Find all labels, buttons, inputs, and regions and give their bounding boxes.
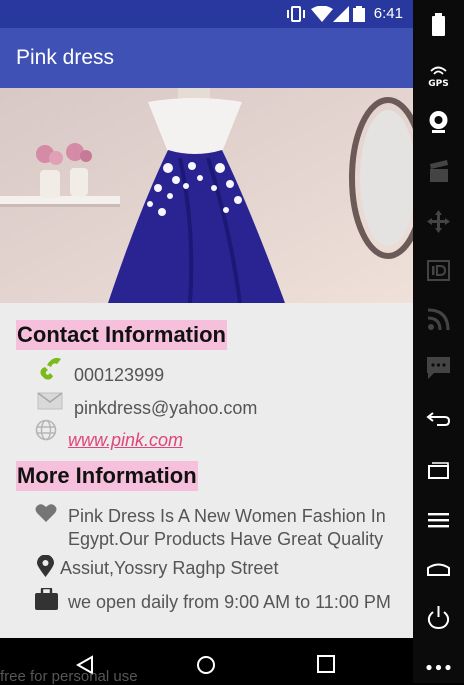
overview-icon[interactable] [425, 457, 452, 484]
address-text: Assiut,Yossry Raghp Street [60, 558, 279, 578]
rss-icon[interactable] [425, 306, 452, 333]
gps-label: GPS [428, 79, 448, 89]
home-button-icon[interactable] [196, 655, 216, 675]
status-clock: 6:41 [373, 5, 403, 22]
location-pin-icon [37, 555, 54, 577]
app-bar: Pink dress [0, 28, 413, 88]
id-card-icon[interactable] [425, 257, 452, 284]
back-icon[interactable] [425, 407, 452, 434]
mail-icon [37, 392, 63, 410]
menu-icon[interactable] [425, 507, 452, 534]
app-title: Pink dress [16, 46, 115, 69]
webcam-icon[interactable] [425, 108, 452, 135]
about-description: Pink Dress Is A New Women Fashion In Egy… [68, 506, 386, 549]
briefcase-icon [35, 588, 58, 610]
website-link[interactable]: www.pink.com [68, 429, 183, 452]
watermark-text: free for personal use [0, 668, 138, 685]
phone-icon [40, 357, 61, 380]
battery-icon [353, 6, 365, 22]
heart-icon [35, 504, 57, 522]
sms-icon[interactable] [425, 354, 452, 381]
wifi-icon [311, 6, 333, 22]
dress-illustration [0, 88, 413, 303]
gps-icon[interactable]: GPS [425, 62, 452, 89]
vibrate-icon [287, 6, 305, 22]
contact-heading: Contact Information [16, 320, 227, 350]
globe-icon [35, 419, 57, 441]
status-bar: 6:41 [0, 0, 413, 28]
more-options-icon[interactable] [425, 654, 452, 681]
dress-photo [0, 88, 413, 303]
power-icon[interactable] [425, 604, 452, 631]
home-icon[interactable] [425, 556, 452, 583]
clapperboard-icon[interactable] [425, 158, 452, 185]
move-icon[interactable] [425, 208, 452, 235]
email-address[interactable]: pinkdress@yahoo.com [74, 397, 257, 420]
opening-hours: we open daily from 9:00 AM to 11:00 PM [68, 592, 391, 612]
more-heading: More Information [16, 461, 198, 491]
emulator-toolbar: GPS [413, 0, 464, 683]
signal-icon [333, 6, 349, 22]
phone-screen: 6:41 Pink dress Contact Information 0001… [0, 0, 413, 638]
recents-button-icon[interactable] [317, 655, 335, 673]
phone-number[interactable]: 000123999 [74, 364, 164, 387]
battery-icon[interactable] [425, 11, 452, 38]
